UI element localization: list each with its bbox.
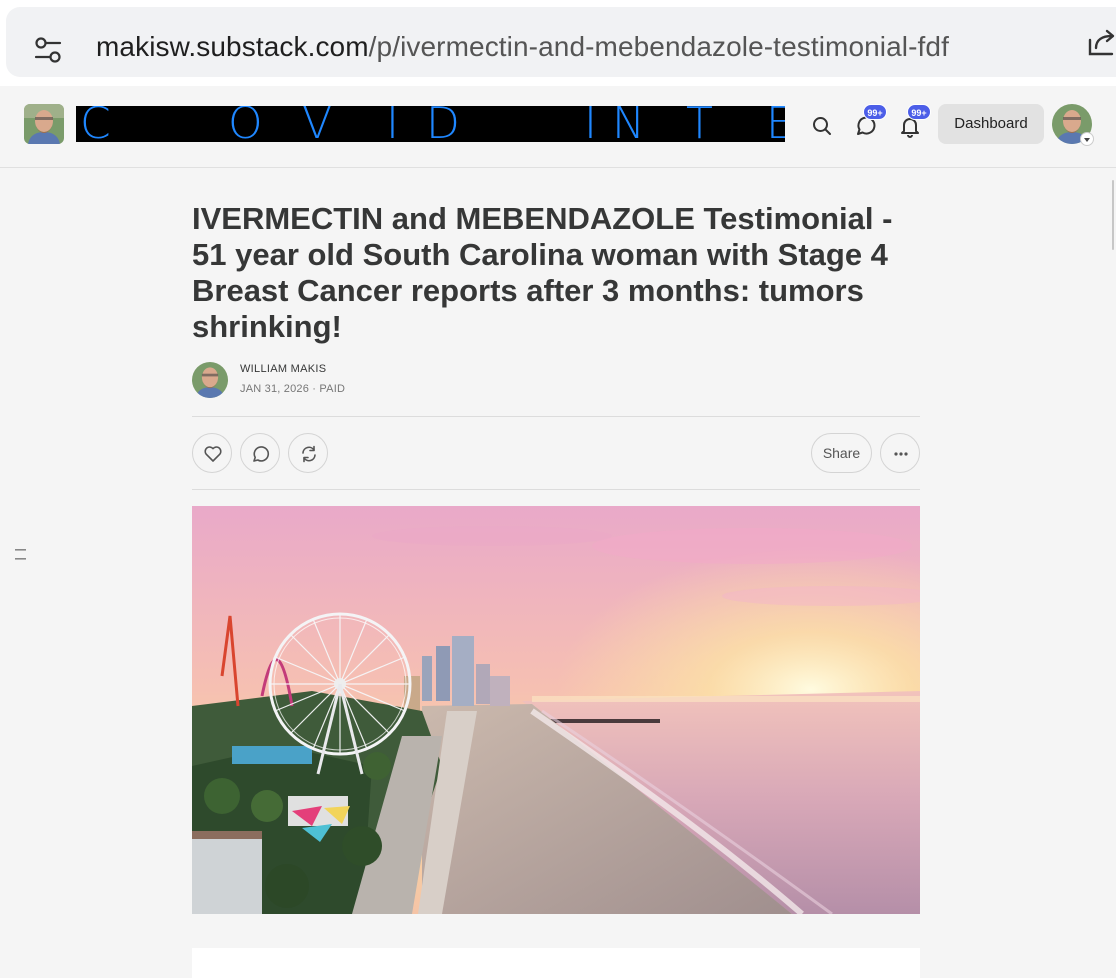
divider bbox=[192, 489, 920, 490]
scrollbar[interactable] bbox=[1112, 180, 1114, 250]
site-header: C O V I D I N T E L 99+ 99+ Dashboard bbox=[0, 86, 1116, 168]
heart-icon bbox=[204, 446, 222, 462]
url-text[interactable]: makisw.substack.com/p/ivermectin-and-meb… bbox=[96, 31, 949, 63]
restack-button[interactable] bbox=[288, 433, 328, 473]
publication-banner[interactable]: C O V I D I N T E L bbox=[76, 106, 785, 142]
like-button[interactable] bbox=[192, 433, 232, 473]
search-icon[interactable] bbox=[810, 114, 834, 138]
more-options-button[interactable] bbox=[880, 433, 920, 473]
dashboard-button[interactable]: Dashboard bbox=[938, 104, 1044, 144]
browser-address-bar: makisw.substack.com/p/ivermectin-and-meb… bbox=[0, 0, 1116, 86]
author-name[interactable]: WILLIAM MAKIS bbox=[240, 363, 326, 375]
site-settings-icon[interactable] bbox=[32, 34, 64, 66]
banner-letter: O bbox=[228, 106, 263, 142]
chevron-down-icon[interactable] bbox=[1080, 132, 1094, 146]
post-body bbox=[192, 948, 920, 978]
post-title: IVERMECTIN and MEBENDAZOLE Testimonial -… bbox=[192, 201, 893, 344]
omnibox[interactable]: makisw.substack.com/p/ivermectin-and-meb… bbox=[6, 7, 1116, 77]
banner-letter: N bbox=[612, 106, 645, 142]
divider bbox=[192, 416, 920, 417]
chat-badge: 99+ bbox=[863, 104, 887, 120]
banner-letter: I bbox=[386, 106, 399, 142]
more-icon bbox=[894, 452, 908, 456]
banner-letter: T bbox=[686, 106, 713, 142]
banner-letter: V bbox=[302, 106, 333, 142]
banner-letter: E bbox=[766, 106, 785, 142]
share-button[interactable]: Share bbox=[811, 433, 872, 473]
publication-logo[interactable] bbox=[24, 104, 64, 144]
url-path: /p/ivermectin-and-mebendazole-testimonia… bbox=[368, 31, 949, 62]
comment-button[interactable] bbox=[240, 433, 280, 473]
banner-letter: D bbox=[426, 106, 460, 142]
share-page-icon[interactable] bbox=[1086, 26, 1116, 60]
comment-icon bbox=[253, 446, 270, 462]
banner-letter: C bbox=[80, 106, 111, 142]
author-avatar[interactable] bbox=[192, 362, 228, 398]
post-meta: JAN 31, 2026 · PAID bbox=[240, 383, 346, 395]
notification-badge: 99+ bbox=[907, 104, 931, 120]
table-of-contents-icon[interactable] bbox=[15, 547, 27, 561]
url-domain: makisw.substack.com bbox=[96, 31, 369, 62]
hero-image[interactable] bbox=[192, 506, 920, 914]
restack-icon bbox=[302, 445, 316, 463]
banner-letter: I bbox=[584, 106, 597, 142]
